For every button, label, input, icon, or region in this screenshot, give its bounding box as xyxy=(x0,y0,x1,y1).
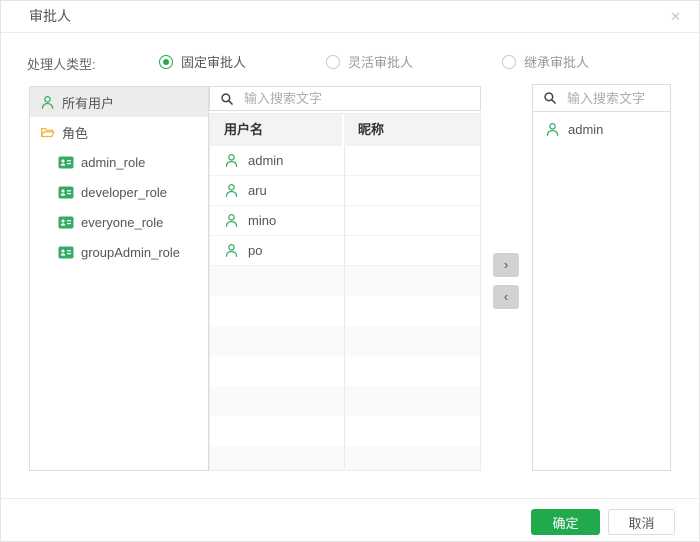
search-icon xyxy=(221,92,233,105)
source-users-panel: 用户名 昵称 admin xyxy=(209,86,481,471)
column-divider xyxy=(344,146,345,469)
users-table-header: 用户名 昵称 xyxy=(210,114,480,146)
tree-item-label: everyone_role xyxy=(81,214,164,230)
source-search-input[interactable] xyxy=(242,90,480,107)
target-search-box xyxy=(533,85,670,112)
cancel-button[interactable]: 取消 xyxy=(608,509,675,535)
users-table: 用户名 昵称 admin aru mino po xyxy=(209,113,481,471)
move-right-button[interactable]: › xyxy=(493,253,519,277)
tree-item-roles[interactable]: 角色 xyxy=(30,117,208,147)
move-left-button[interactable]: ‹ xyxy=(493,285,519,309)
username-cell: admin xyxy=(248,153,284,168)
radio-label: 继承审批人 xyxy=(524,55,590,70)
radio-selected-icon xyxy=(159,54,173,69)
radio-flexible-approver[interactable]: 灵活审批人 xyxy=(326,52,413,71)
user-icon xyxy=(225,153,238,167)
approver-dialog: 审批人 ✕ 处理人类型: 固定审批人 灵活审批人 继承审批人 所有用户 角色 a… xyxy=(0,0,700,542)
user-row-admin[interactable]: admin xyxy=(210,146,480,176)
tree-item-admin-role[interactable]: admin_role xyxy=(30,147,208,177)
close-icon[interactable]: ✕ xyxy=(670,1,681,32)
tree-item-label: 所有用户 xyxy=(62,95,115,111)
tree-item-everyone-role[interactable]: everyone_role xyxy=(30,207,208,237)
user-icon xyxy=(225,183,238,197)
handler-type-label: 处理人类型: xyxy=(27,57,96,72)
dialog-header: 审批人 ✕ xyxy=(1,1,699,33)
dialog-title: 审批人 xyxy=(29,8,71,24)
folder-open-icon xyxy=(40,127,55,137)
tree-item-all-users[interactable]: 所有用户 xyxy=(30,87,208,117)
radio-label: 固定审批人 xyxy=(181,55,247,70)
confirm-button[interactable]: 确定 xyxy=(531,509,600,535)
footer-divider xyxy=(1,498,699,499)
role-card-icon xyxy=(58,216,74,228)
user-row-po[interactable]: po xyxy=(210,236,480,266)
user-icon xyxy=(41,95,54,109)
radio-label: 灵活审批人 xyxy=(348,55,414,70)
radio-unselected-icon xyxy=(502,54,516,69)
chevron-right-icon: › xyxy=(503,257,509,272)
source-search-box xyxy=(209,86,481,111)
user-row-mino[interactable]: mino xyxy=(210,206,480,236)
user-icon xyxy=(225,243,238,257)
user-row-aru[interactable]: aru xyxy=(210,176,480,206)
org-tree-panel: 所有用户 角色 admin_role developer_role everyo… xyxy=(29,86,209,471)
selected-users-panel: admin xyxy=(532,84,671,471)
radio-fixed-approver[interactable]: 固定审批人 xyxy=(159,52,246,71)
search-icon xyxy=(544,92,556,104)
chevron-left-icon: ‹ xyxy=(503,289,509,304)
empty-rows-area xyxy=(210,266,480,470)
target-search-input[interactable] xyxy=(565,89,670,107)
username-cell: po xyxy=(248,243,263,258)
selected-user-item[interactable]: admin xyxy=(533,114,670,144)
column-header-username: 用户名 xyxy=(210,114,344,146)
selected-user-label: admin xyxy=(568,121,604,137)
tree-item-groupadmin-role[interactable]: groupAdmin_role xyxy=(30,237,208,267)
username-cell: aru xyxy=(248,183,267,198)
role-card-icon xyxy=(58,246,74,258)
role-card-icon xyxy=(58,156,74,168)
tree-item-label: 角色 xyxy=(62,125,89,141)
column-header-nickname: 昵称 xyxy=(358,122,385,137)
tree-item-developer-role[interactable]: developer_role xyxy=(30,177,208,207)
role-card-icon xyxy=(58,186,74,198)
radio-unselected-icon xyxy=(326,54,340,69)
user-icon xyxy=(546,122,559,136)
tree-item-label: groupAdmin_role xyxy=(81,244,181,260)
radio-inherit-approver[interactable]: 继承审批人 xyxy=(502,52,589,71)
username-cell: mino xyxy=(248,213,277,228)
tree-item-label: developer_role xyxy=(81,184,168,200)
user-icon xyxy=(225,213,238,227)
tree-item-label: admin_role xyxy=(81,154,146,170)
